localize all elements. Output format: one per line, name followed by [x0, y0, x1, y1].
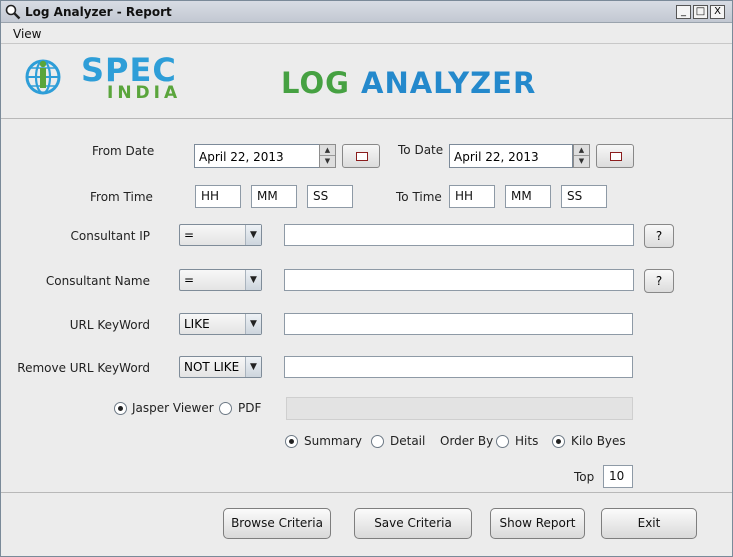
from-date-value: April 22, 2013 [199, 150, 284, 164]
header-banner: SPEC INDIA LOG ANALYZER [1, 45, 732, 119]
from-time-ss-field[interactable]: SS [307, 185, 353, 208]
spin-up-icon[interactable]: ▲ [574, 145, 589, 156]
remove-url-keyword-operator-value: NOT LIKE [184, 360, 240, 374]
consultant-ip-label: Consultant IP [70, 229, 150, 243]
save-criteria-button[interactable]: Save Criteria [354, 508, 472, 539]
globe-logo-icon [25, 59, 61, 95]
minimize-button[interactable]: _ [676, 5, 691, 19]
consultant-name-help-button[interactable]: ? [644, 269, 674, 293]
to-time-label: To Time [396, 190, 442, 204]
to-time-hh-placeholder: HH [455, 189, 474, 203]
order-by-label: Order By [440, 434, 494, 448]
remove-url-keyword-input[interactable] [284, 356, 633, 378]
calendar-icon [356, 152, 368, 161]
logo-india-text: INDIA [107, 83, 182, 103]
from-time-hh-placeholder: HH [201, 189, 220, 203]
app-window: Log Analyzer - Report _ □ X View SPEC IN… [0, 0, 733, 557]
pdf-radio[interactable] [219, 402, 232, 415]
window-title: Log Analyzer - Report [25, 5, 172, 19]
maximize-button[interactable]: □ [693, 5, 708, 19]
chevron-down-icon[interactable]: ▼ [245, 225, 261, 245]
remove-url-keyword-label: Remove URL KeyWord [17, 361, 150, 375]
from-time-mm-field[interactable]: MM [251, 185, 297, 208]
detail-label[interactable]: Detail [390, 434, 425, 448]
minimize-icon: _ [681, 6, 686, 17]
from-time-ss-placeholder: SS [313, 189, 329, 203]
top-input[interactable]: 10 [603, 465, 633, 488]
show-report-button[interactable]: Show Report [490, 508, 585, 539]
hits-label[interactable]: Hits [515, 434, 538, 448]
close-icon: X [714, 6, 721, 17]
url-keyword-operator-value: LIKE [184, 317, 210, 331]
app-title-log: LOG [281, 66, 361, 100]
from-date-label: From Date [92, 144, 155, 158]
chevron-down-icon[interactable]: ▼ [245, 314, 261, 334]
calendar-icon [610, 152, 622, 161]
url-keyword-operator-select[interactable]: LIKE ▼ [179, 313, 262, 335]
to-time-ss-field[interactable]: SS [561, 185, 607, 208]
pdf-label[interactable]: PDF [238, 401, 261, 415]
app-title-analyzer: ANALYZER [361, 66, 537, 100]
consultant-ip-operator-value: = [184, 228, 195, 242]
hits-radio[interactable] [496, 435, 509, 448]
from-date-field[interactable]: April 22, 2013 [194, 144, 320, 168]
from-date-spinner[interactable]: ▲ ▼ [319, 144, 336, 168]
jasper-viewer-label[interactable]: Jasper Viewer [132, 401, 214, 415]
detail-radio[interactable] [371, 435, 384, 448]
menu-bar: View [1, 24, 732, 44]
exit-button[interactable]: Exit [601, 508, 697, 539]
from-time-mm-placeholder: MM [257, 189, 278, 203]
to-date-field[interactable]: April 22, 2013 [449, 144, 573, 168]
consultant-name-label: Consultant Name [45, 274, 150, 288]
summary-radio[interactable] [285, 435, 298, 448]
close-button[interactable]: X [710, 5, 725, 19]
chevron-down-icon[interactable]: ▼ [245, 270, 261, 290]
to-time-mm-field[interactable]: MM [505, 185, 551, 208]
to-date-spinner[interactable]: ▲ ▼ [573, 144, 590, 168]
browse-criteria-button[interactable]: Browse Criteria [223, 508, 331, 539]
consultant-name-operator-select[interactable]: = ▼ [179, 269, 262, 291]
kilobytes-radio[interactable] [552, 435, 565, 448]
from-time-label: From Time [90, 190, 153, 204]
summary-label[interactable]: Summary [304, 434, 362, 448]
consultant-name-input[interactable] [284, 269, 634, 291]
jasper-viewer-radio[interactable] [114, 402, 127, 415]
help-icon: ? [655, 274, 663, 288]
consultant-ip-operator-select[interactable]: = ▼ [179, 224, 262, 246]
remove-url-keyword-operator-select[interactable]: NOT LIKE ▼ [179, 356, 262, 378]
consultant-ip-help-button[interactable]: ? [644, 224, 674, 248]
to-time-mm-placeholder: MM [511, 189, 532, 203]
spin-down-icon[interactable]: ▼ [320, 156, 335, 167]
consultant-name-operator-value: = [184, 273, 195, 287]
app-title: LOG ANALYZER [281, 66, 536, 100]
from-time-hh-field[interactable]: HH [195, 185, 241, 208]
to-time-ss-placeholder: SS [567, 189, 583, 203]
button-bar: Browse Criteria Save Criteria Show Repor… [1, 492, 732, 556]
chevron-down-icon[interactable]: ▼ [245, 357, 261, 377]
spin-up-icon[interactable]: ▲ [320, 145, 335, 156]
top-value: 10 [609, 469, 625, 483]
title-bar[interactable]: Log Analyzer - Report _ □ X [1, 1, 732, 23]
maximize-icon: □ [695, 6, 706, 17]
url-keyword-input[interactable] [284, 313, 633, 335]
to-date-label: To Date [398, 143, 444, 157]
from-date-calendar-button[interactable] [342, 144, 380, 168]
magnifier-icon [5, 4, 21, 20]
kilobytes-label[interactable]: Kilo Byes [571, 434, 626, 448]
help-icon: ? [655, 229, 663, 243]
consultant-ip-input[interactable] [284, 224, 634, 246]
to-time-hh-field[interactable]: HH [449, 185, 495, 208]
menu-view[interactable]: View [13, 27, 41, 41]
url-keyword-label: URL KeyWord [69, 318, 150, 332]
to-date-value: April 22, 2013 [454, 150, 539, 164]
to-date-calendar-button[interactable] [596, 144, 634, 168]
pdf-path-field [286, 397, 633, 420]
spin-down-icon[interactable]: ▼ [574, 156, 589, 167]
top-label: Top [574, 470, 595, 484]
